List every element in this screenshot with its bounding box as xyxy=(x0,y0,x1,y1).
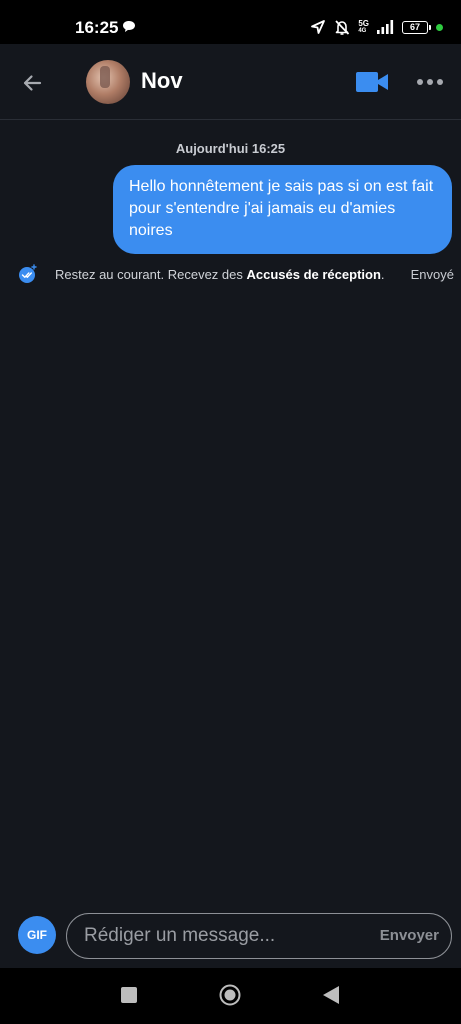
status-icons: 5G 4G 67 xyxy=(310,17,443,37)
send-button[interactable]: Envoyer xyxy=(380,927,439,944)
status-bar: 16:25 5G 4G 67 xyxy=(0,0,461,44)
read-receipt-prompt[interactable]: Restez au courant. Recevez des Accusés d… xyxy=(18,262,454,286)
conversation-screen: Nov Aujourd'hui 16:25 Hello honnêtement … xyxy=(0,44,461,968)
sent-status: Envoyé xyxy=(410,267,454,282)
video-camera-icon[interactable] xyxy=(354,70,390,94)
home-circle-icon[interactable] xyxy=(219,984,241,1006)
message-box[interactable]: Envoyer xyxy=(66,913,452,959)
avatar[interactable] xyxy=(86,60,130,104)
gif-button[interactable]: GIF xyxy=(18,916,56,954)
date-separator: Aujourd'hui 16:25 xyxy=(175,141,286,156)
battery-icon: 67 xyxy=(402,20,431,34)
signal-icon xyxy=(377,20,394,34)
chat-bubble-icon xyxy=(123,21,135,32)
arrow-left-icon[interactable] xyxy=(18,68,48,98)
message-input[interactable] xyxy=(84,923,354,949)
more-horizontal-icon[interactable] xyxy=(415,74,445,90)
bell-off-icon xyxy=(335,19,350,35)
system-nav-bar xyxy=(0,968,461,1024)
conversation-header: Nov xyxy=(0,44,461,120)
receipt-text-prefix: Restez au courant. Recevez des xyxy=(55,267,247,282)
back-triangle-icon[interactable] xyxy=(322,985,340,1005)
battery-level: 67 xyxy=(409,22,420,32)
charging-dot-icon xyxy=(436,23,443,31)
read-receipt-icon xyxy=(19,264,37,283)
avatar-photo-detail xyxy=(100,66,110,88)
receipt-text: Restez au courant. Recevez des Accusés d… xyxy=(55,267,385,282)
recents-square-icon[interactable] xyxy=(121,987,137,1003)
receipt-text-suffix: . xyxy=(380,267,385,282)
network-sub-label: 4G xyxy=(358,27,367,34)
location-arrow-icon xyxy=(311,20,326,34)
outgoing-message-bubble[interactable]: Hello honnêtement je sais pas si on est … xyxy=(113,165,452,254)
status-time: 16:25 xyxy=(75,18,119,37)
contact-name[interactable]: Nov xyxy=(141,68,183,94)
network-label: 5G xyxy=(358,18,369,28)
receipt-text-link[interactable]: Accusés de réception xyxy=(247,267,381,282)
message-composer: GIF Envoyer xyxy=(0,912,461,968)
